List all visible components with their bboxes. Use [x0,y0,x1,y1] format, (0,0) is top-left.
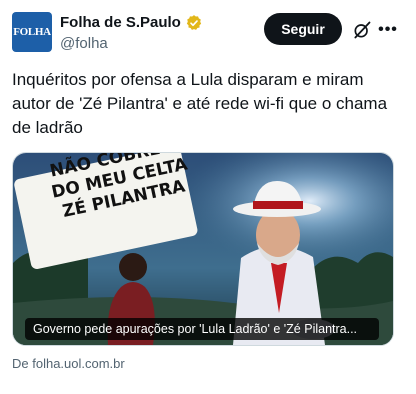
more-options-icon[interactable]: ••• [376,18,400,42]
follow-button[interactable]: Seguir [264,13,342,45]
author-names: Folha de S.Paulo @folha [60,14,203,54]
display-name[interactable]: Folha de S.Paulo [60,14,181,32]
tweet-text: Inquéritos por ofensa a Lula disparam e … [12,70,388,137]
link-card-caption[interactable]: Governo pede apurações por 'Lula Ladrão'… [25,318,379,340]
grok-icon[interactable] [352,20,372,40]
display-name-row[interactable]: Folha de S.Paulo [60,14,203,32]
tweet-header: FOLHA Folha de S.Paulo @folha Seguir ••• [12,10,404,58]
handle[interactable]: @folha [60,34,203,54]
avatar[interactable]: FOLHA [12,12,52,52]
verified-badge-icon [186,15,201,30]
avatar-logo-text: FOLHA [13,26,51,38]
link-source[interactable]: De folha.uol.com.br [12,356,125,371]
link-card-image[interactable]: NÃO COBRE O DO MEU CELTA ZÉ PILANTRA [12,152,394,346]
